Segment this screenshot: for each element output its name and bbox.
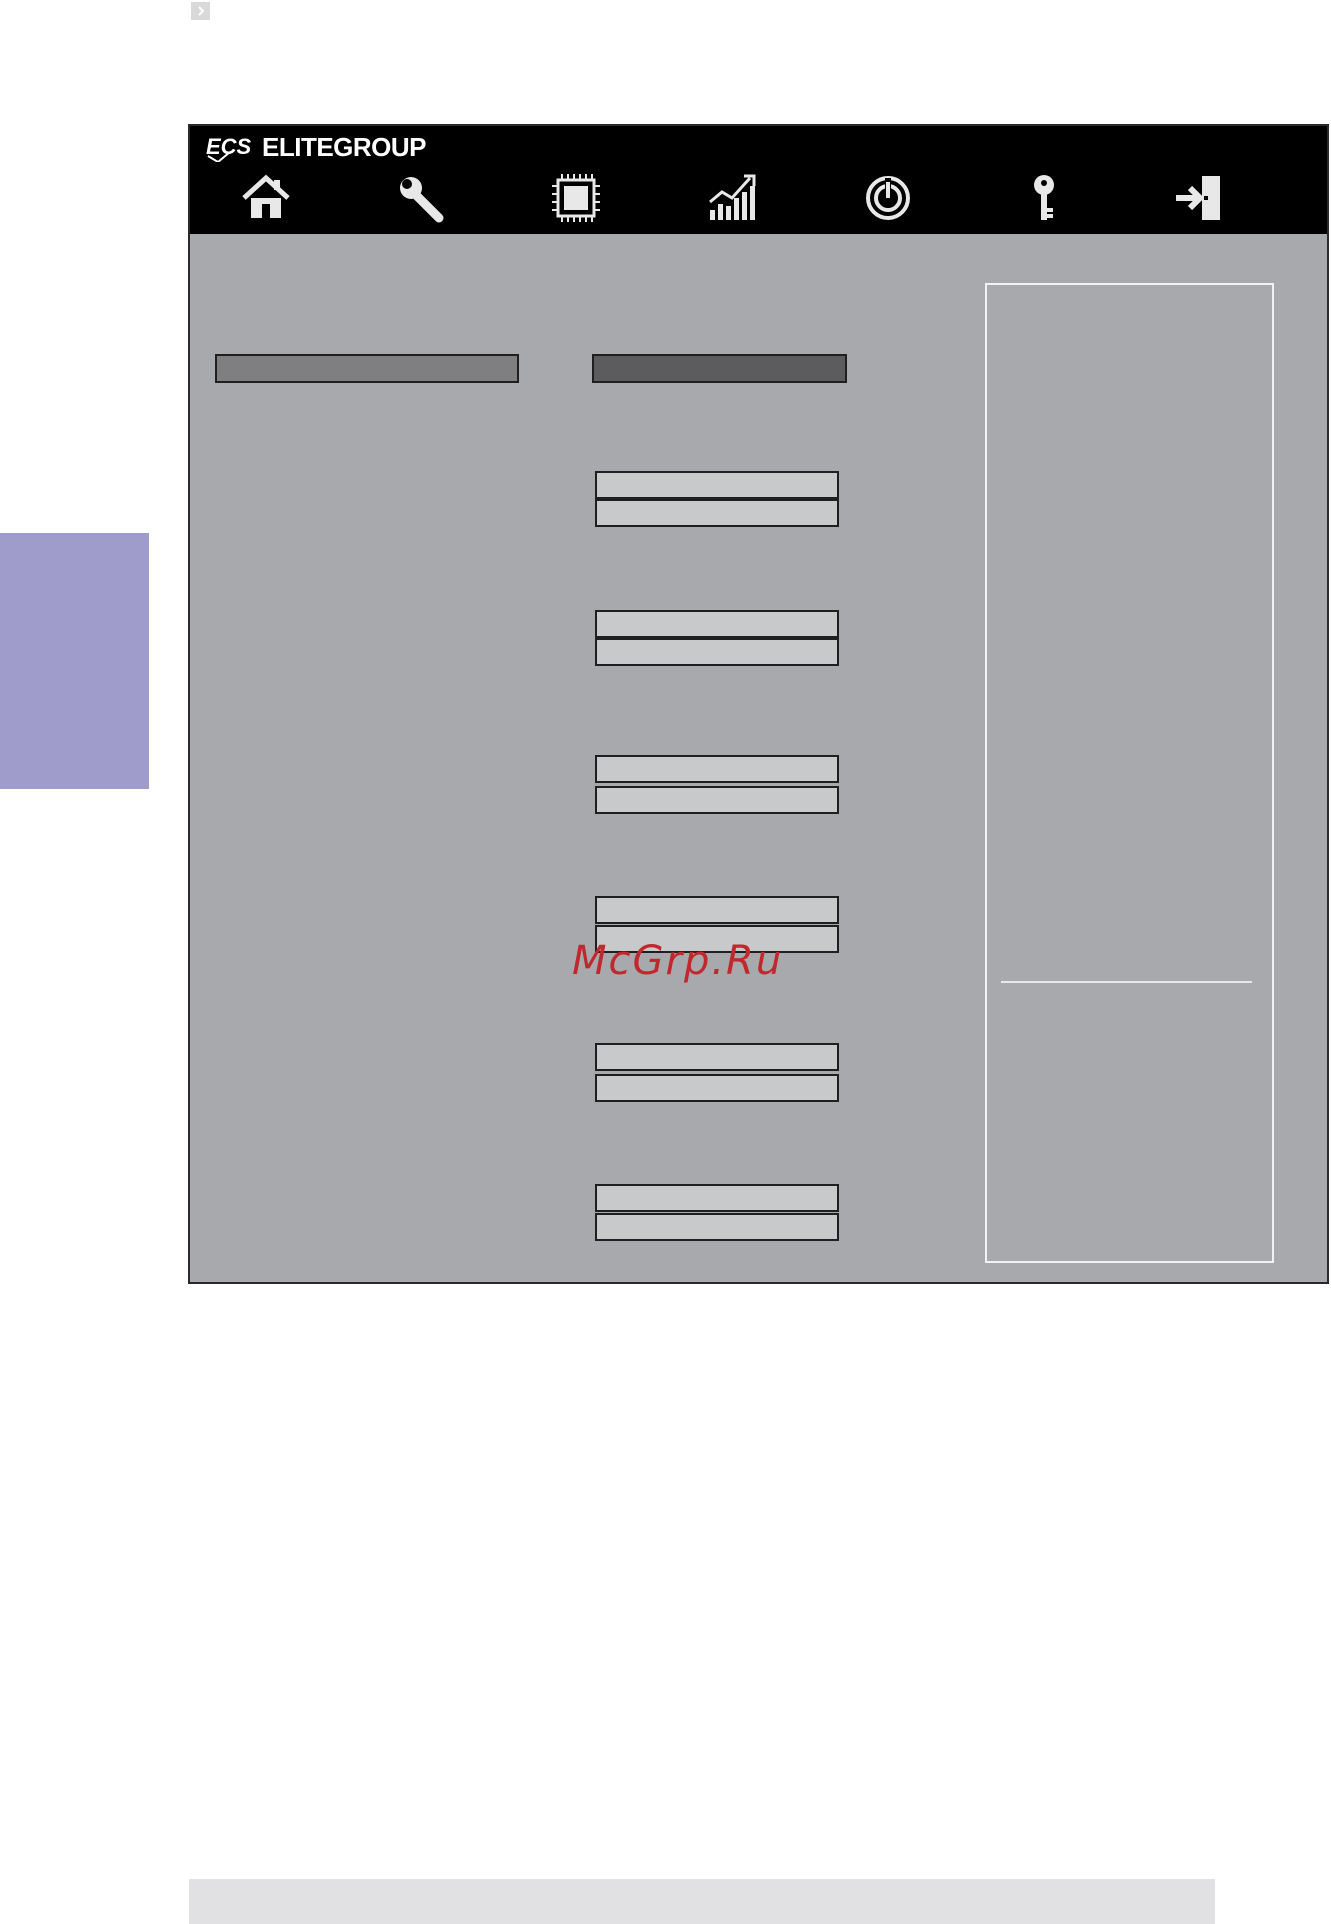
exit-icon[interactable] [1172, 170, 1228, 226]
svg-text:ECS: ECS [206, 134, 252, 159]
selected-item-value[interactable] [592, 354, 847, 383]
option-field[interactable] [595, 755, 839, 783]
brand: ECS ELITEGROUP [204, 131, 427, 164]
option-field[interactable] [595, 499, 839, 527]
wrench-icon[interactable] [393, 170, 449, 226]
option-field[interactable] [595, 471, 839, 499]
footer-band [189, 1879, 1215, 1924]
selected-item-label[interactable] [215, 354, 519, 383]
option-field[interactable] [595, 896, 839, 924]
help-divider [1001, 981, 1252, 983]
chip-icon[interactable] [548, 170, 604, 226]
option-field[interactable] [595, 1043, 839, 1071]
chart-icon[interactable] [704, 170, 760, 226]
bios-header: ECS ELITEGROUP [190, 126, 1327, 234]
option-field[interactable] [595, 1074, 839, 1102]
chevron-right-icon[interactable] [191, 2, 210, 20]
option-field[interactable] [595, 1184, 839, 1212]
power-icon[interactable] [860, 170, 916, 226]
option-field[interactable] [595, 786, 839, 814]
option-field[interactable] [595, 610, 839, 638]
bios-screen: ECS ELITEGROUP [188, 124, 1329, 1284]
key-icon[interactable] [1016, 170, 1072, 226]
ecs-logo: ECS [204, 132, 254, 164]
option-field[interactable] [595, 638, 839, 666]
option-field[interactable] [595, 1213, 839, 1241]
home-icon[interactable] [238, 170, 294, 226]
brand-name: ELITEGROUP [262, 131, 427, 162]
nav-icon-bar [230, 170, 1250, 226]
watermark: McGrp.Ru [572, 938, 784, 984]
chapter-side-tab [0, 533, 149, 789]
help-panel [985, 283, 1274, 1263]
